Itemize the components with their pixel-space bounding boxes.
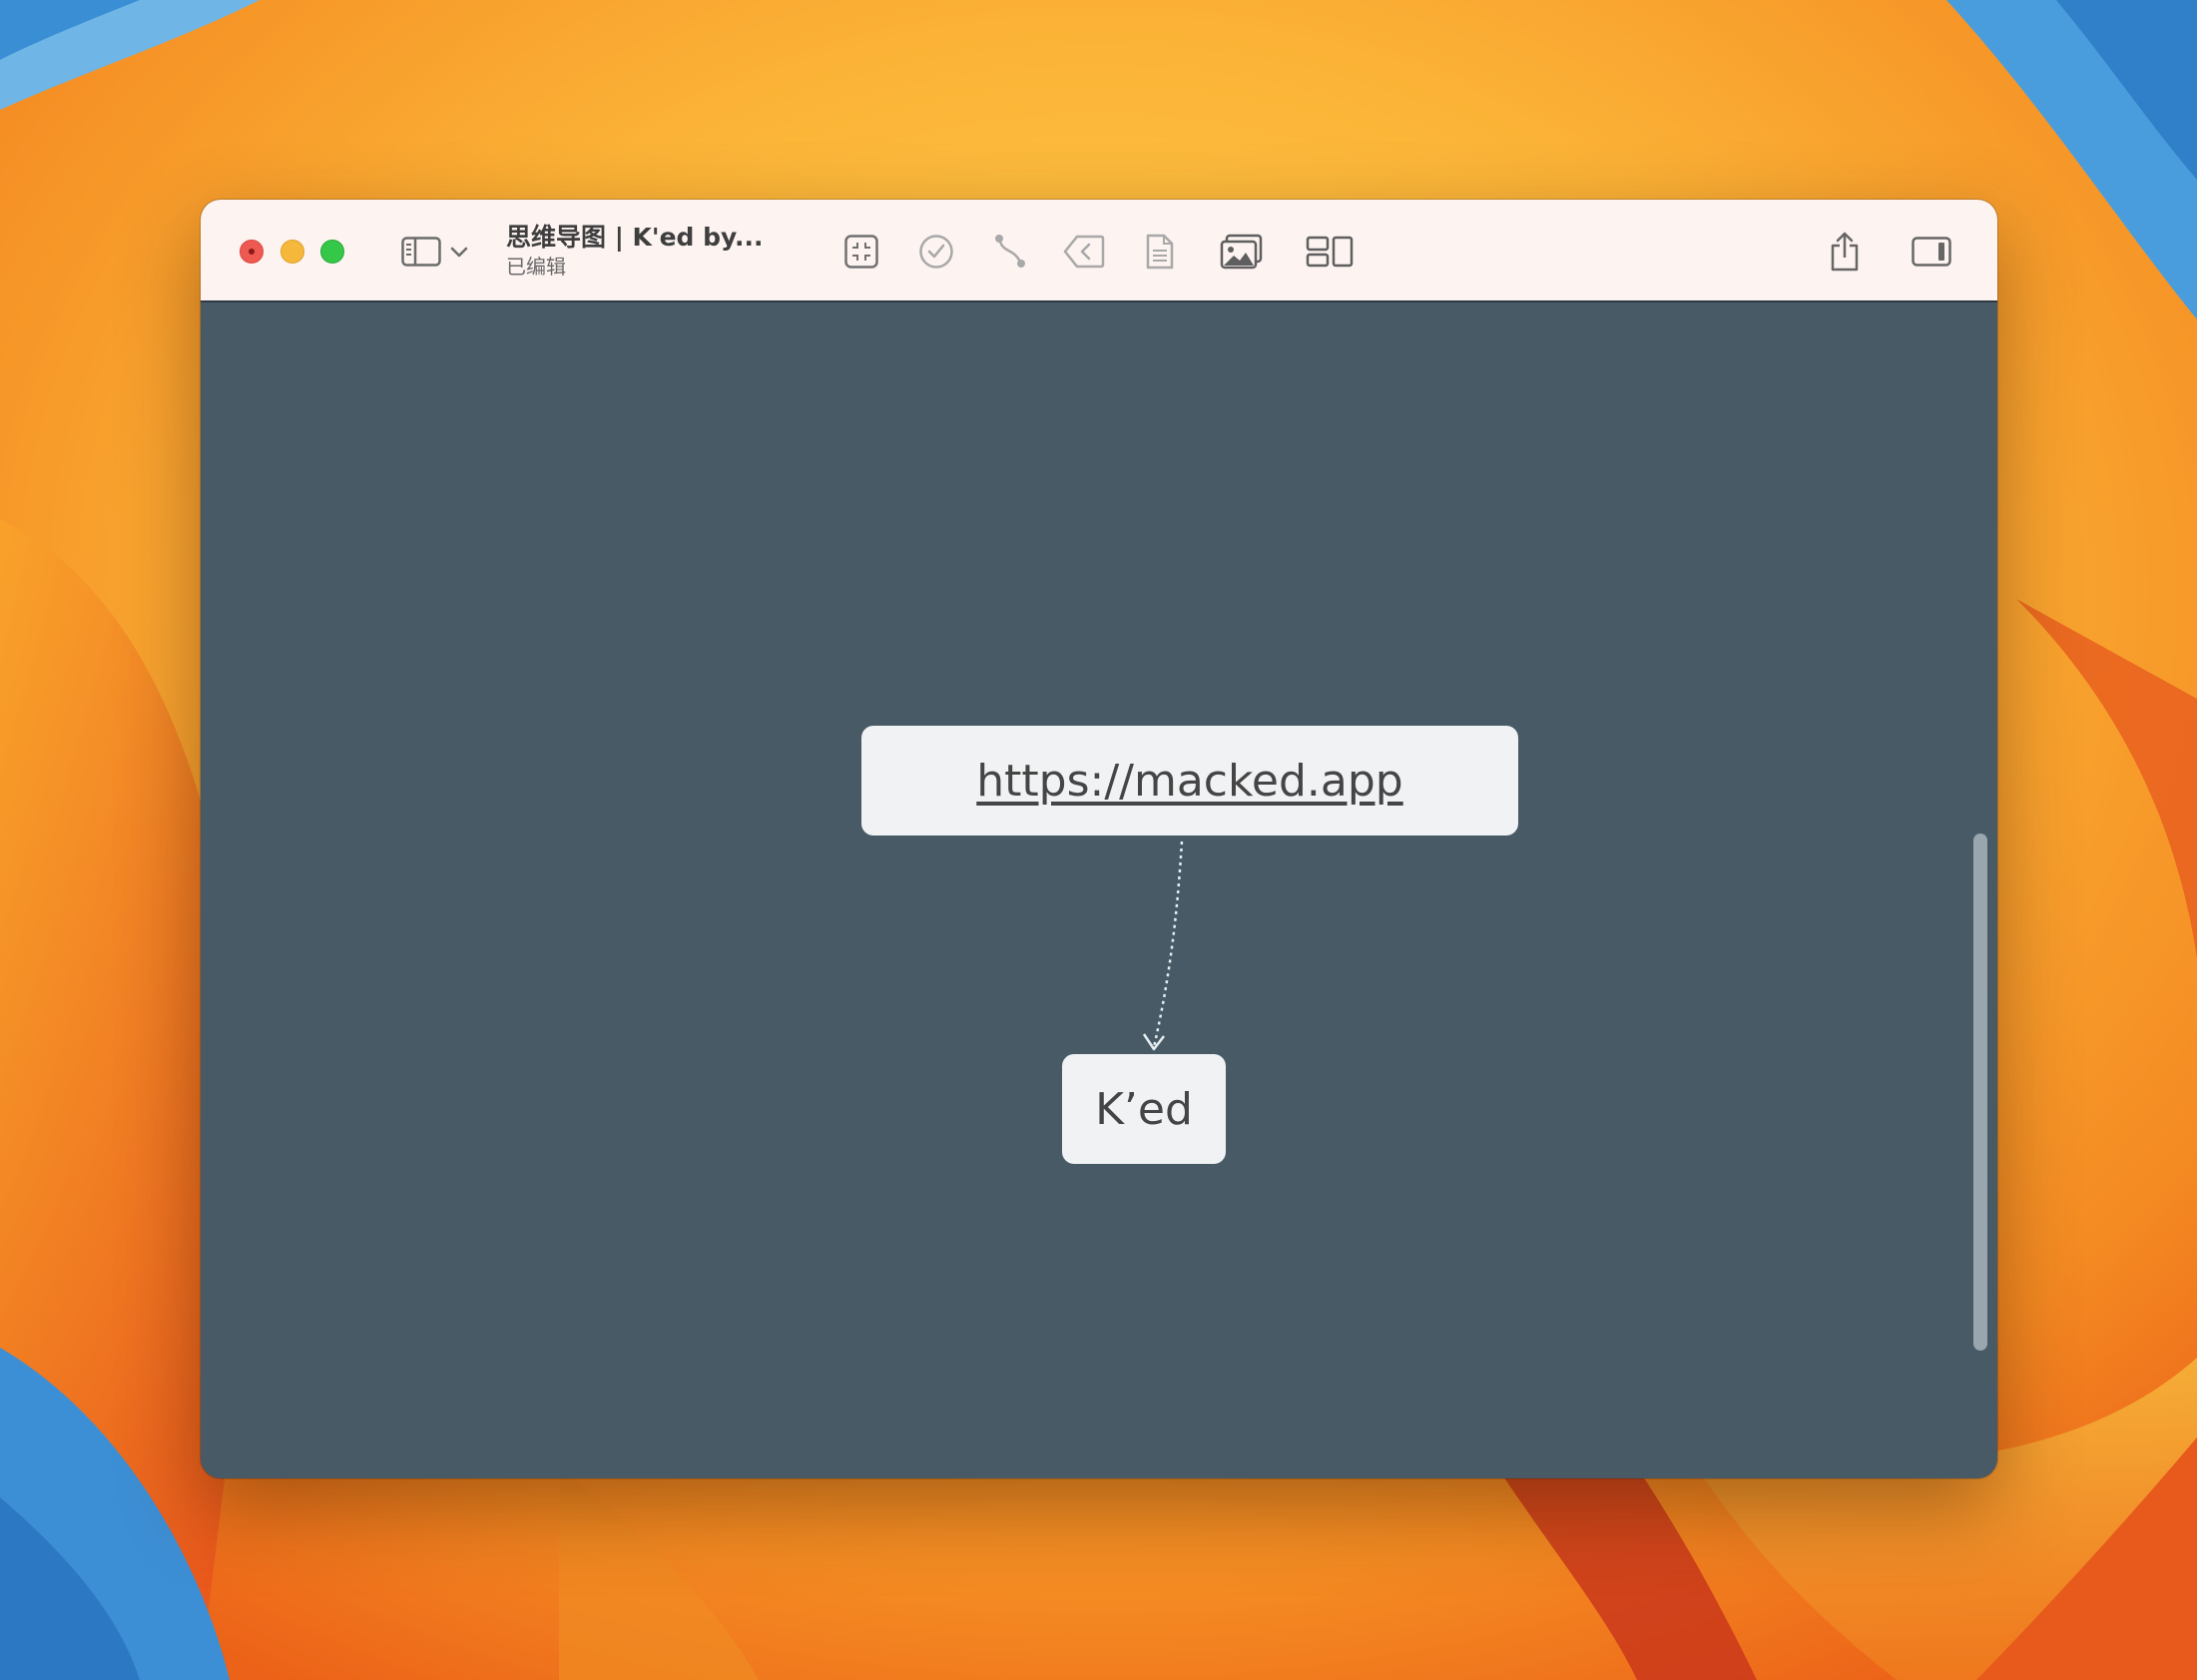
root-topic-node[interactable]: https://macked.app xyxy=(861,726,1518,836)
photos-icon[interactable] xyxy=(1217,230,1267,274)
checkmark-circle-icon[interactable] xyxy=(914,230,958,274)
zoom-window-button[interactable] xyxy=(320,240,344,264)
app-window: 思维导图 | K'ed by... 已编辑 https://macked.app… xyxy=(201,200,1997,1478)
document-title: 思维导图 | K'ed by... xyxy=(506,223,764,252)
mind-map-canvas[interactable]: https://macked.app K’ed xyxy=(201,302,1997,1478)
sidebar-toggle-icon[interactable] xyxy=(399,230,443,274)
document-icon[interactable] xyxy=(1138,230,1182,274)
node-connector xyxy=(1142,840,1184,1051)
document-title-block[interactable]: 思维导图 | K'ed by... 已编辑 xyxy=(506,222,796,280)
vertical-scrollbar[interactable] xyxy=(1973,834,1987,1351)
window-titlebar: 思维导图 | K'ed by... 已编辑 xyxy=(201,200,1997,302)
chevron-down-icon[interactable] xyxy=(444,230,474,274)
collapse-icon[interactable] xyxy=(839,230,883,274)
child-topic-node[interactable]: K’ed xyxy=(1062,1054,1226,1164)
minimize-window-button[interactable] xyxy=(280,240,304,264)
share-icon[interactable] xyxy=(1823,230,1867,274)
child-topic-label: K’ed xyxy=(1095,1083,1193,1135)
root-topic-link[interactable]: https://macked.app xyxy=(976,756,1402,807)
layout-icon[interactable] xyxy=(1304,230,1356,274)
relationship-curve-icon[interactable] xyxy=(989,230,1033,274)
close-window-button[interactable] xyxy=(240,240,264,264)
back-tag-icon[interactable] xyxy=(1062,230,1106,274)
document-status: 已编辑 xyxy=(506,255,566,279)
inspector-toggle-icon[interactable] xyxy=(1910,230,1953,274)
